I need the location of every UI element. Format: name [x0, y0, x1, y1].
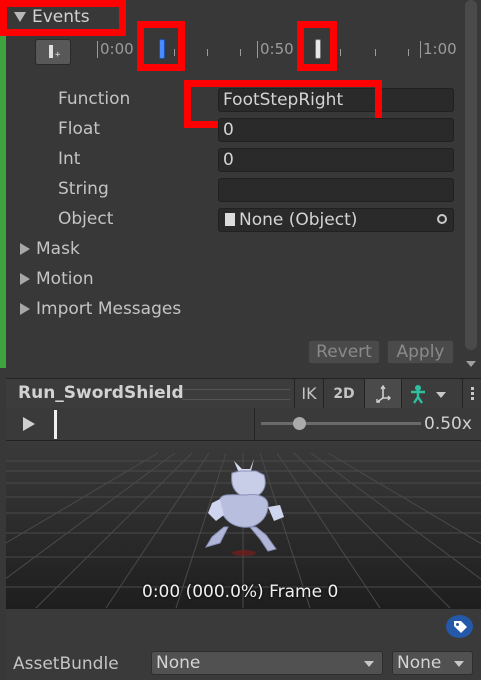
mask-label: Mask: [36, 239, 80, 259]
apply-button[interactable]: Apply: [387, 340, 454, 364]
object-field-value: None (Object): [239, 210, 358, 230]
string-field[interactable]: [218, 178, 454, 202]
motion-foldout[interactable]: Motion: [20, 269, 94, 289]
play-icon[interactable]: [23, 417, 35, 431]
foldout-collapsed-icon: [20, 273, 30, 285]
asset-bundle-name-dropdown[interactable]: None: [151, 651, 383, 675]
function-label: Function: [58, 89, 131, 109]
document-icon: [225, 213, 235, 226]
highlight-marker-selected: [137, 21, 185, 71]
preview-status: 0:00 (000.0%) Frame 0: [142, 582, 339, 602]
pivot-toggle[interactable]: [364, 379, 401, 409]
import-messages-label: Import Messages: [36, 299, 182, 319]
scroll-down-icon[interactable]: [466, 361, 476, 367]
speed-slider-handle[interactable]: [293, 417, 306, 430]
highlight-marker: [297, 21, 337, 71]
asset-bundle-variant-value: None: [397, 653, 442, 673]
avatar-icon: [411, 385, 425, 404]
foldout-collapsed-icon: [20, 243, 30, 255]
asset-bundle-variant-dropdown[interactable]: None: [392, 651, 473, 675]
speed-value: 0.50x: [424, 414, 472, 434]
timeline-label-mid: 0:50: [260, 40, 294, 58]
timeline-label-end: 1:00: [423, 40, 457, 58]
object-label: Object: [58, 209, 114, 229]
import-messages-foldout[interactable]: Import Messages: [20, 299, 181, 319]
playhead[interactable]: [54, 410, 57, 439]
chevron-down-icon: [436, 392, 446, 398]
more-menu-icon: [471, 387, 474, 390]
drag-handle[interactable]: [182, 389, 290, 400]
asset-bundle-bar: AssetBundle None None: [6, 608, 481, 680]
int-field[interactable]: 0: [218, 148, 454, 172]
object-picker-icon[interactable]: [437, 214, 447, 224]
speed-slider-track[interactable]: [261, 422, 421, 425]
foldout-collapsed-icon: [20, 303, 30, 315]
avatar-dropdown[interactable]: [401, 379, 452, 409]
move-tool-icon: [376, 384, 391, 403]
object-field[interactable]: None (Object): [218, 208, 454, 232]
2d-toggle[interactable]: 2D: [323, 379, 364, 409]
preview-viewport[interactable]: 0:00 (000.0%) Frame 0: [6, 441, 481, 608]
int-label: Int: [58, 149, 81, 169]
add-event-icon: [49, 45, 53, 58]
add-event-button[interactable]: +: [35, 39, 71, 65]
clip-name: Run_SwordShield: [18, 383, 184, 403]
green-side-bar: [0, 0, 6, 368]
tag-button[interactable]: [446, 615, 473, 638]
motion-label: Motion: [36, 269, 94, 289]
ik-toggle[interactable]: IK: [294, 379, 323, 409]
highlight-events-header: [0, 0, 126, 36]
preview-toolbar: Run_SwordShield IK 2D: [6, 378, 481, 410]
timeline-label-start: 0:00: [100, 40, 134, 58]
chevron-down-icon: [364, 661, 374, 667]
inspector-scrollbar[interactable]: [465, 0, 477, 350]
mask-foldout[interactable]: Mask: [20, 239, 80, 259]
asset-bundle-label: AssetBundle: [13, 654, 119, 674]
timeline-tick: [97, 41, 98, 58]
chevron-down-icon: [454, 661, 464, 667]
string-label: String: [58, 179, 109, 199]
float-label: Float: [58, 119, 100, 139]
more-menu-button[interactable]: [462, 379, 481, 409]
preview-playback-row: 0.50x: [6, 408, 481, 441]
float-field[interactable]: 0: [218, 118, 454, 142]
asset-bundle-name-value: None: [156, 653, 201, 673]
revert-button[interactable]: Revert: [308, 340, 380, 364]
tag-icon: [454, 621, 467, 633]
